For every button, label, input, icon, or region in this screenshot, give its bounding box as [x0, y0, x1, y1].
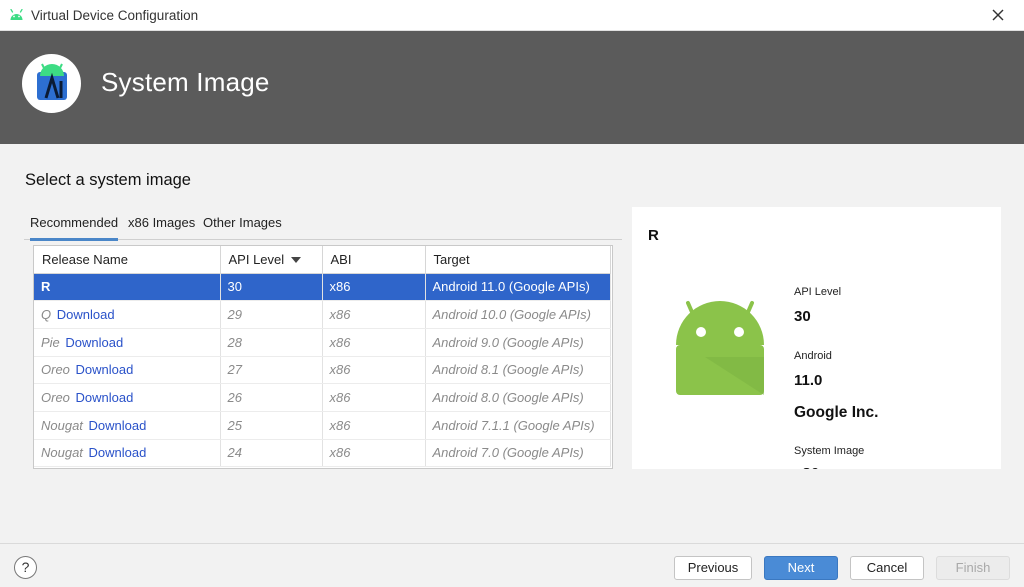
table-row[interactable]: Pie Download 28 x86 Android 9.0 (Google … — [34, 328, 611, 357]
download-link[interactable]: Download — [89, 445, 147, 460]
abi-cell: x86 — [322, 273, 426, 302]
cancel-button[interactable]: Cancel — [850, 556, 924, 580]
target-cell: Android 11.0 (Google APIs) — [425, 273, 611, 302]
release-name-cell: Nougat Download — [34, 411, 221, 440]
release-name: Nougat — [41, 417, 83, 433]
release-name: Nougat — [41, 445, 83, 461]
abi-cell: x86 — [322, 300, 426, 329]
download-link[interactable]: Download — [65, 335, 123, 350]
abi-cell: x86 — [322, 383, 426, 412]
release-name: Pie — [41, 334, 60, 350]
vendor-value: Google Inc. — [794, 404, 879, 421]
target-cell: Android 8.0 (Google APIs) — [425, 383, 611, 412]
api-level-value: 30 — [794, 308, 811, 325]
api-level-label: API Level — [794, 286, 842, 298]
release-name-cell: Oreo Download — [34, 356, 221, 385]
api-level-cell: 28 — [220, 328, 323, 357]
android-robot-icon — [676, 301, 764, 395]
page-header: System Image — [0, 31, 1024, 144]
system-image-label: System Image — [794, 445, 865, 457]
image-details-panel: R API Level 30 Android 11.0 Google Inc. … — [632, 207, 1001, 469]
abi-cell: x86 — [322, 439, 426, 468]
section-title: Select a system image — [25, 171, 191, 189]
release-name-cell: Q Download — [34, 300, 221, 329]
window-title: Virtual Device Configuration — [31, 7, 199, 23]
abi-cell: x86 — [322, 411, 426, 440]
target-cell: Android 9.0 (Google APIs) — [425, 328, 611, 357]
image-tabs: Recommended x86 Images Other Images — [24, 210, 622, 241]
target-cell: Android 7.0 (Google APIs) — [425, 439, 611, 468]
release-name-cell: Nougat Download — [34, 439, 221, 468]
tab-x86-images[interactable]: x86 Images — [128, 215, 195, 238]
close-icon[interactable] — [990, 7, 1006, 23]
help-button[interactable]: ? — [14, 556, 37, 579]
previous-button[interactable]: Previous — [674, 556, 752, 580]
details-release-name: R — [648, 227, 659, 244]
system-image-table: Release Name API Level ABI Target R 30 x… — [33, 245, 613, 469]
column-header-api-level[interactable]: API Level — [220, 246, 323, 274]
android-version-value: 11.0 — [794, 372, 823, 389]
release-name-cell: Oreo Download — [34, 383, 221, 412]
table-row[interactable]: Oreo Download 27 x86 Android 8.1 (Google… — [34, 356, 611, 385]
api-level-cell: 30 — [220, 273, 323, 302]
android-studio-icon — [37, 63, 67, 100]
target-cell: Android 7.1.1 (Google APIs) — [425, 411, 611, 440]
release-name: Oreo — [41, 390, 70, 406]
abi-cell: x86 — [322, 328, 426, 357]
download-link[interactable]: Download — [76, 390, 134, 405]
release-name: R — [41, 279, 51, 295]
release-name-cell: R — [34, 273, 221, 302]
column-header-release-name[interactable]: Release Name — [34, 246, 221, 274]
column-header-abi[interactable]: ABI — [322, 246, 426, 274]
table-header-row: Release Name API Level ABI Target — [34, 246, 611, 274]
target-cell: Android 8.1 (Google APIs) — [425, 356, 611, 385]
sort-descending-icon — [291, 257, 302, 264]
table-row[interactable]: R 30 x86 Android 11.0 (Google APIs) — [34, 273, 611, 302]
target-cell: Android 10.0 (Google APIs) — [425, 300, 611, 329]
download-link[interactable]: Download — [76, 362, 134, 377]
table-row[interactable]: Nougat Download 24 x86 Android 7.0 (Goog… — [34, 439, 611, 468]
table-row[interactable]: Nougat Download 25 x86 Android 7.1.1 (Go… — [34, 411, 611, 440]
dialog-footer: ? Previous Next Cancel Finish — [0, 543, 1024, 587]
tab-recommended[interactable]: Recommended — [30, 215, 119, 241]
download-link[interactable]: Download — [89, 418, 147, 433]
release-name: Oreo — [41, 362, 70, 378]
api-level-cell: 24 — [220, 439, 323, 468]
android-studio-logo — [22, 54, 81, 113]
table-row[interactable]: Q Download 29 x86 Android 10.0 (Google A… — [34, 300, 611, 329]
page-title: System Image — [101, 67, 270, 97]
api-level-cell: 27 — [220, 356, 323, 385]
release-name: Q — [41, 307, 52, 323]
android-icon — [10, 9, 23, 20]
abi-cell: x86 — [322, 356, 426, 385]
tab-other-images[interactable]: Other Images — [203, 215, 282, 238]
finish-button[interactable]: Finish — [936, 556, 1010, 580]
download-link[interactable]: Download — [57, 307, 115, 322]
release-name-cell: Pie Download — [34, 328, 221, 357]
next-button[interactable]: Next — [764, 556, 838, 580]
table-row[interactable]: Oreo Download 26 x86 Android 8.0 (Google… — [34, 383, 611, 412]
api-level-cell: 29 — [220, 300, 323, 329]
system-image-value: x86 — [794, 465, 819, 469]
window-titlebar: Virtual Device Configuration — [0, 0, 1024, 31]
api-level-cell: 26 — [220, 383, 323, 412]
android-label: Android — [794, 350, 832, 362]
api-level-cell: 25 — [220, 411, 323, 440]
column-header-target[interactable]: Target — [425, 246, 611, 274]
